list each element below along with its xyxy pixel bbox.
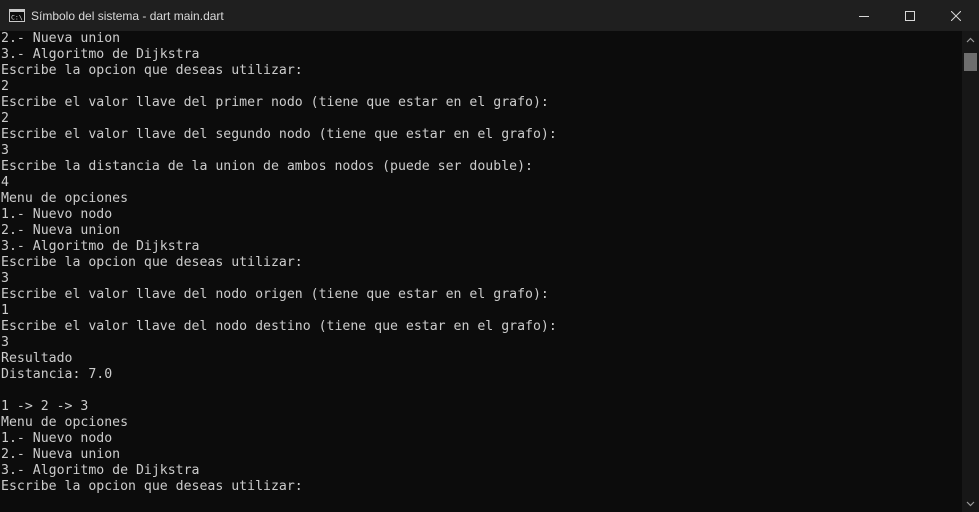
- console-line: 1 -> 2 -> 3: [1, 399, 89, 414]
- console-line: 3: [1, 271, 9, 286]
- console-icon: C:\: [9, 9, 25, 22]
- title-bar[interactable]: C:\ Símbolo del sistema - dart main.dart: [0, 0, 979, 31]
- console-line: Escribe la opcion que deseas utilizar:: [1, 255, 303, 270]
- console-line: 2: [1, 111, 9, 126]
- console-line: Escribe el valor llave del nodo destino …: [1, 319, 557, 334]
- console-line: 3.- Algoritmo de Dijkstra: [1, 239, 200, 254]
- console-line: Escribe la opcion que deseas utilizar:: [1, 479, 303, 494]
- scroll-down-button[interactable]: [962, 495, 979, 512]
- console-line: Menu de opciones: [1, 191, 129, 206]
- console-line: 3: [1, 143, 9, 158]
- console-line: 3: [1, 335, 9, 350]
- console-line: 1.- Nuevo nodo: [1, 431, 113, 446]
- console-window: C:\ Símbolo del sistema - dart main.dart: [0, 0, 979, 512]
- console-output[interactable]: 2.- Nueva union 3.- Algoritmo de Dijkstr…: [0, 31, 962, 512]
- console-line: Escribe la distancia de la union de ambo…: [1, 159, 533, 174]
- console-line: Resultado: [1, 351, 73, 366]
- maximize-icon: [905, 10, 915, 21]
- console-line: Escribe el valor llave del nodo origen (…: [1, 287, 549, 302]
- chevron-up-icon: [966, 37, 975, 42]
- caption-buttons: [841, 0, 979, 31]
- vertical-scrollbar[interactable]: [962, 31, 979, 512]
- console-line: Escribe el valor llave del primer nodo (…: [1, 95, 549, 110]
- console-line: 1: [1, 303, 9, 318]
- maximize-button[interactable]: [887, 0, 933, 31]
- close-icon: [951, 10, 961, 21]
- console-line: Escribe la opcion que deseas utilizar:: [1, 63, 303, 78]
- console-line: 2.- Nueva union: [1, 31, 121, 46]
- scroll-thumb[interactable]: [964, 53, 977, 71]
- console-line: Distancia: 7.0: [1, 367, 113, 382]
- console-line: 4: [1, 175, 9, 190]
- minimize-button[interactable]: [841, 0, 887, 31]
- close-button[interactable]: [933, 0, 979, 31]
- minimize-icon: [859, 15, 869, 17]
- console-line: Escribe el valor llave del segundo nodo …: [1, 127, 557, 142]
- svg-text:C:\: C:\: [11, 14, 23, 22]
- console-line: Menu de opciones: [1, 415, 129, 430]
- scroll-up-button[interactable]: [962, 31, 979, 48]
- console-line: 2: [1, 79, 9, 94]
- window-title: Símbolo del sistema - dart main.dart: [31, 8, 224, 23]
- console-line: 2.- Nueva union: [1, 447, 121, 462]
- console-line: 3.- Algoritmo de Dijkstra: [1, 463, 200, 478]
- console-line: 1.- Nuevo nodo: [1, 207, 113, 222]
- console-line: 3.- Algoritmo de Dijkstra: [1, 47, 200, 62]
- console-line: 2.- Nueva union: [1, 223, 121, 238]
- chevron-down-icon: [966, 501, 975, 506]
